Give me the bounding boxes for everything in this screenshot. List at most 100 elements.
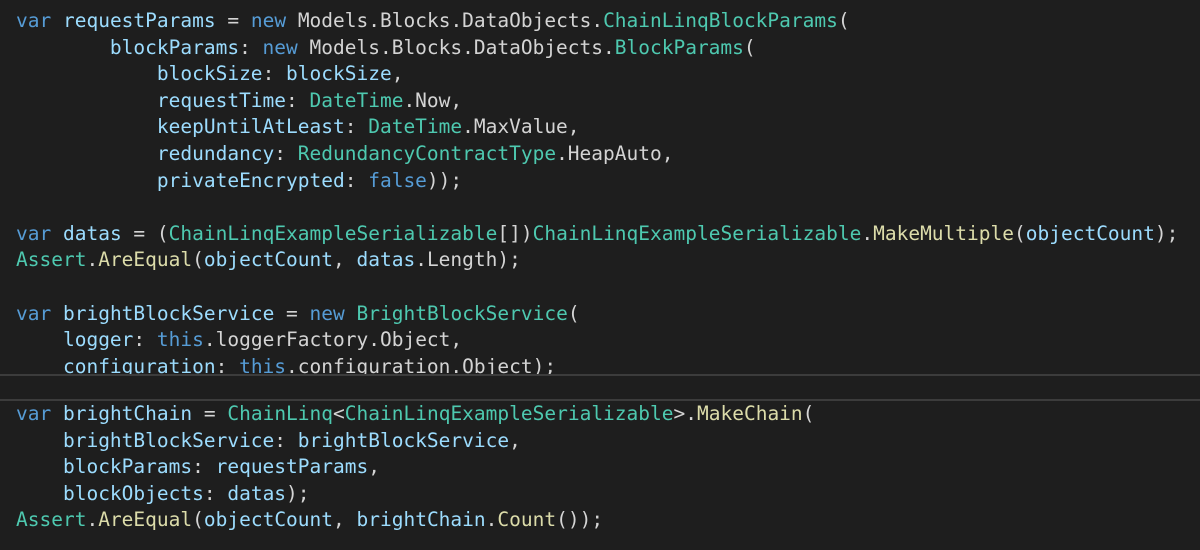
code-line[interactable]: keepUntilAtLeast: DateTime.MaxValue,: [16, 114, 580, 141]
code-line[interactable]: blockParams: requestParams,: [16, 454, 380, 481]
code-line[interactable]: var datas = (ChainLinqExampleSerializabl…: [16, 221, 1178, 248]
code-token: BlockParams: [614, 35, 744, 59]
code-token: Count: [497, 508, 557, 532]
code-token: requestParams: [62, 9, 216, 32]
code-editor[interactable]: var requestParams = new Models.Blocks.Da…: [0, 0, 1200, 550]
code-token: ));: [426, 168, 463, 192]
code-token: ,: [368, 455, 380, 479]
code-token: []): [497, 221, 533, 245]
code-token: <: [333, 402, 345, 425]
code-token: Assert: [16, 508, 87, 532]
code-token: :: [133, 328, 157, 352]
code-token: blockParams: [62, 455, 193, 479]
code-line[interactable]: var requestParams = new Models.Blocks.Da…: [16, 8, 850, 35]
code-token: DateTime: [368, 115, 463, 139]
code-token: brightBlockService: [62, 428, 275, 452]
code-token: =: [215, 9, 251, 32]
code-line[interactable]: blockParams: new Models.Blocks.DataObjec…: [16, 35, 756, 62]
code-token: ,: [333, 508, 357, 532]
code-line[interactable]: var brightBlockService = new BrightBlock…: [16, 301, 580, 328]
code-token: .loggerFactory.Object,: [203, 328, 463, 352]
code-line[interactable]: blockSize: blockSize,: [16, 61, 404, 88]
code-token: :: [274, 142, 298, 165]
code-token: ,: [391, 62, 404, 86]
code-token: new: [262, 35, 298, 59]
code-token: ,: [333, 248, 357, 272]
code-token: blockSize: [156, 62, 263, 86]
code-token: (: [837, 9, 850, 32]
code-token: objectCount: [203, 248, 334, 272]
code-token: var: [16, 301, 52, 325]
code-line[interactable]: logger: this.loggerFactory.Object,: [16, 327, 462, 354]
code-token: MakeChain: [697, 402, 803, 425]
code-token: datas: [227, 481, 287, 505]
code-token: new: [309, 301, 345, 325]
code-token: (: [743, 35, 756, 59]
code-token: new: [250, 9, 287, 32]
code-line[interactable]: brightBlockService: brightBlockService,: [16, 428, 521, 455]
code-token: (: [192, 508, 204, 532]
code-token: .HeapAuto,: [556, 142, 674, 165]
code-token: ChainLinqExampleSerializable: [168, 221, 498, 245]
code-token: this: [156, 328, 204, 352]
code-token: ChainLinqBlockParams: [603, 9, 838, 32]
code-token: (: [192, 248, 204, 272]
code-token: brightBlockService: [297, 428, 510, 452]
code-token: objectCount: [203, 508, 334, 532]
code-line[interactable]: Assert.AreEqual(objectCount, datas.Lengt…: [16, 247, 521, 274]
code-token: privateEncrypted: [156, 168, 345, 192]
code-token: Assert: [16, 248, 87, 272]
code-token: :: [239, 35, 263, 59]
code-line[interactable]: var brightChain = ChainLinq<ChainLinqExa…: [16, 401, 814, 428]
code-token: objectCount: [1025, 221, 1155, 245]
code-token: .Now,: [403, 88, 463, 112]
code-token: var: [16, 9, 52, 32]
code-token: false: [368, 168, 427, 192]
code-token: ChainLinq: [227, 402, 334, 425]
code-line[interactable]: Assert.AreEqual(objectCount, brightChain…: [16, 507, 603, 534]
code-token: (: [567, 301, 580, 325]
code-token: BrightBlockService: [356, 301, 568, 325]
code-token: ());: [556, 508, 604, 532]
code-token: :: [286, 88, 310, 112]
code-token: var: [16, 221, 52, 245]
code-token: :: [274, 428, 298, 452]
code-token: Models.Blocks.DataObjects.: [286, 9, 604, 32]
code-token: :: [344, 168, 369, 192]
code-line[interactable]: privateEncrypted: false));: [16, 168, 462, 195]
editor-pane-top[interactable]: var requestParams = new Models.Blocks.Da…: [0, 0, 1200, 378]
code-token: brightBlockService: [62, 301, 275, 325]
code-token: var: [16, 402, 52, 425]
code-token: blockSize: [286, 62, 392, 86]
split-divider[interactable]: [0, 374, 1200, 401]
code-token: redundancy: [156, 142, 275, 165]
code-token: datas: [62, 221, 122, 245]
code-token: = (: [121, 221, 169, 245]
code-token: =: [192, 402, 228, 425]
code-token: .: [86, 248, 99, 272]
code-token: Models.Blocks.DataObjects.: [297, 35, 615, 59]
code-token: logger: [62, 328, 134, 352]
code-token: (: [1014, 221, 1026, 245]
code-token: AreEqual: [98, 248, 193, 272]
code-token: ,: [509, 428, 521, 452]
code-line[interactable]: redundancy: RedundancyContractType.HeapA…: [16, 141, 674, 168]
code-line[interactable]: requestTime: DateTime.Now,: [16, 88, 462, 115]
code-line[interactable]: blockObjects: datas);: [16, 481, 310, 508]
editor-pane-bottom[interactable]: var brightChain = ChainLinq<ChainLinqExa…: [0, 401, 1200, 550]
code-token: :: [262, 62, 287, 86]
code-token: ChainLinqExampleSerializable: [532, 221, 862, 245]
code-token: :: [203, 481, 228, 505]
